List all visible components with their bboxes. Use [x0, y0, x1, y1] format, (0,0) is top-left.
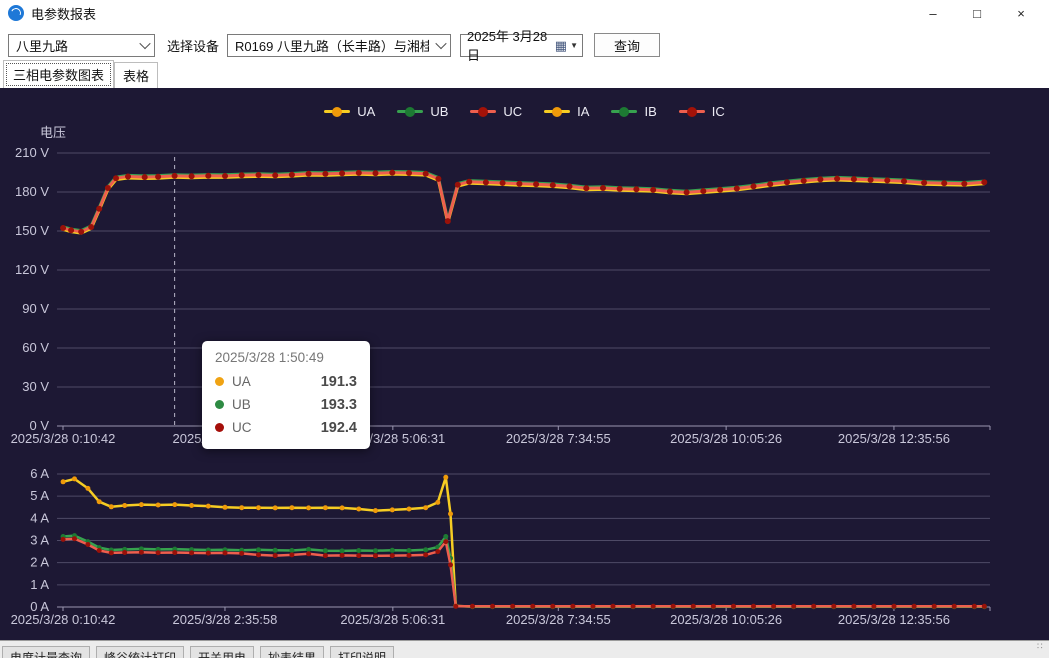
query-button[interactable]: 查询: [594, 33, 660, 57]
window-controls: – □ ×: [911, 0, 1043, 26]
dropdown-arrow-icon: ▼: [570, 41, 578, 50]
legend-item-IA[interactable]: IA: [544, 104, 589, 119]
svg-text:180 V: 180 V: [15, 184, 49, 199]
tab-three-phase-chart[interactable]: 三相电参数图表: [3, 60, 114, 88]
legend-marker-icon: [544, 110, 570, 113]
legend-item-UC[interactable]: UC: [470, 104, 522, 119]
tab-table[interactable]: 表格: [114, 62, 158, 88]
legend-label: IB: [644, 104, 656, 119]
legend-item-UA[interactable]: UA: [324, 104, 375, 119]
legend-marker-icon: [611, 110, 637, 113]
svg-text:2025/3/28 0:10:42: 2025/3/28 0:10:42: [11, 431, 116, 446]
chevron-down-icon: [139, 38, 150, 49]
legend-item-UB[interactable]: UB: [397, 104, 448, 119]
legend-label: IA: [577, 104, 589, 119]
svg-text:3 A: 3 A: [30, 533, 49, 548]
series-dot-icon: [215, 377, 224, 386]
legend-label: IC: [712, 104, 725, 119]
svg-text:120 V: 120 V: [15, 262, 49, 277]
svg-text:2025/3/28 7:34:55: 2025/3/28 7:34:55: [506, 612, 611, 627]
tooltip-row: UB 193.3: [215, 393, 357, 416]
minimize-button[interactable]: –: [911, 0, 955, 26]
window-title: 电参数报表: [31, 4, 96, 23]
chevron-down-icon: [435, 38, 446, 49]
app-icon: [8, 5, 24, 21]
bottom-bar-button[interactable]: 电度计量查询: [2, 646, 90, 658]
legend-item-IB[interactable]: IB: [611, 104, 656, 119]
svg-text:90 V: 90 V: [22, 301, 49, 316]
tab-bar: 三相电参数图表 表格: [0, 64, 1049, 88]
svg-text:2025/3/28 2:35:58: 2025/3/28 2:35:58: [173, 612, 278, 627]
svg-text:2 A: 2 A: [30, 555, 49, 570]
legend-marker-icon: [397, 110, 423, 113]
svg-text:2025/3/28 10:05:26: 2025/3/28 10:05:26: [670, 612, 782, 627]
device-select-value: R0169 八里九路（长丰路）与湘桂线交: [235, 36, 429, 55]
svg-text:4 A: 4 A: [30, 510, 49, 525]
chart-region: UA UB UC IA IB IC 0 V30 V60 V90 V120 V150 V18…: [0, 88, 1049, 640]
calendar-icon: ▦: [555, 39, 567, 52]
resize-grip-icon[interactable]: ∷: [1037, 644, 1047, 654]
date-picker[interactable]: 2025年 3月28日 ▦ ▼: [460, 34, 583, 57]
maximize-button[interactable]: □: [955, 0, 999, 26]
chart-tooltip: 2025/3/28 1:50:49 UA 191.3 UB 193.3 UC 1…: [202, 341, 370, 449]
svg-text:60 V: 60 V: [22, 340, 49, 355]
app-window: 电参数报表 – □ × 八里九路 选择设备 R0169 八里九路（长丰路）与湘桂…: [0, 0, 1049, 658]
date-picker-value: 2025年 3月28日: [467, 26, 555, 64]
tooltip-series-value: 193.3: [321, 397, 357, 413]
svg-text:6 A: 6 A: [30, 466, 49, 481]
svg-text:2025/3/28 12:35:56: 2025/3/28 12:35:56: [838, 612, 950, 627]
svg-text:30 V: 30 V: [22, 379, 49, 394]
svg-text:电压: 电压: [40, 125, 66, 140]
svg-text:2025/3/28 7:34:55: 2025/3/28 7:34:55: [506, 431, 611, 446]
legend-label: UA: [357, 104, 375, 119]
bottom-bar-button[interactable]: 抄表结果: [260, 646, 324, 658]
svg-text:2025/3/28 12:35:56: 2025/3/28 12:35:56: [838, 431, 950, 446]
legend-item-IC[interactable]: IC: [679, 104, 725, 119]
tooltip-series-value: 192.4: [321, 420, 357, 436]
svg-text:210 V: 210 V: [15, 145, 49, 160]
svg-text:2025/3/28 5:06:31: 2025/3/28 5:06:31: [340, 612, 445, 627]
title-bar: 电参数报表 – □ ×: [0, 0, 1049, 27]
legend-marker-icon: [324, 110, 350, 113]
tab-label: 三相电参数图表: [13, 68, 104, 83]
svg-text:2025/3/28 10:05:26: 2025/3/28 10:05:26: [670, 431, 782, 446]
bottom-bar-button[interactable]: 峰谷统计打印: [96, 646, 184, 658]
device-select[interactable]: R0169 八里九路（长丰路）与湘桂线交: [227, 34, 451, 57]
device-select-label: 选择设备: [167, 36, 219, 55]
svg-text:150 V: 150 V: [15, 223, 49, 238]
tooltip-series-label: UC: [232, 420, 252, 435]
toolbar: 八里九路 选择设备 R0169 八里九路（长丰路）与湘桂线交 2025年 3月2…: [0, 26, 1049, 64]
chart-legend: UA UB UC IA IB IC: [0, 104, 1049, 119]
background-window-strip: ∷ 电度计量查询峰谷统计打印开关用电抄表结果打印说明: [0, 640, 1049, 658]
area-select-value: 八里九路: [16, 36, 68, 55]
tooltip-series-label: UA: [232, 374, 251, 389]
series-dot-icon: [215, 400, 224, 409]
tooltip-series-value: 191.3: [321, 374, 357, 390]
legend-marker-icon: [679, 110, 705, 113]
chart-canvas[interactable]: 0 V30 V60 V90 V120 V150 V180 V210 V2025/…: [0, 88, 1049, 640]
bottom-bar-button[interactable]: 打印说明: [330, 646, 394, 658]
bottom-bar-button[interactable]: 开关用电: [190, 646, 254, 658]
close-button[interactable]: ×: [999, 0, 1043, 26]
svg-text:2025/3/28 0:10:42: 2025/3/28 0:10:42: [11, 612, 116, 627]
area-select[interactable]: 八里九路: [8, 34, 155, 57]
tab-label: 表格: [123, 69, 149, 84]
tooltip-series-label: UB: [232, 397, 251, 412]
svg-text:5 A: 5 A: [30, 488, 49, 503]
legend-label: UC: [503, 104, 522, 119]
tooltip-row: UA 191.3: [215, 370, 357, 393]
tooltip-timestamp: 2025/3/28 1:50:49: [215, 350, 357, 365]
series-dot-icon: [215, 423, 224, 432]
legend-label: UB: [430, 104, 448, 119]
svg-text:1 A: 1 A: [30, 577, 49, 592]
tooltip-row: UC 192.4: [215, 416, 357, 439]
legend-marker-icon: [470, 110, 496, 113]
